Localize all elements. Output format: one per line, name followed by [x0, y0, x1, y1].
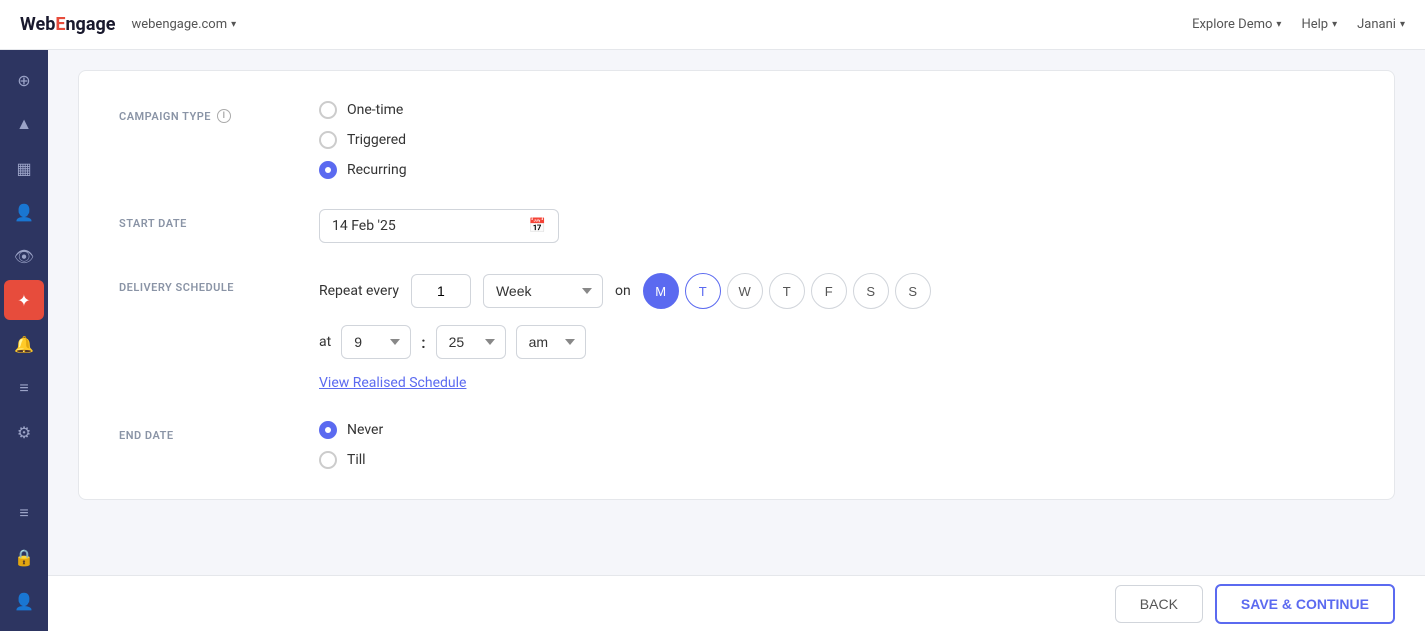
sidebar-item-security[interactable]: 🔒: [4, 537, 44, 577]
sidebar-item-dashboard[interactable]: ⊕: [4, 60, 44, 100]
end-date-content: Never Till: [319, 421, 1354, 469]
never-label: Never: [347, 422, 383, 438]
nav-left: WebEngage webengage.com ▾: [20, 14, 236, 35]
repeat-number-input[interactable]: [411, 274, 471, 308]
repeat-label: Repeat every: [319, 283, 399, 299]
time-row: at 1234 5678 9101112 : 00051015 20253035…: [319, 325, 1354, 359]
day-buttons: M T W T F S S: [643, 273, 931, 309]
help-link[interactable]: Help ▾: [1301, 17, 1337, 32]
end-date-label: END DATE: [119, 421, 319, 442]
campaign-type-recurring[interactable]: Recurring: [319, 161, 1354, 179]
end-date-row: END DATE Never Till: [119, 421, 1354, 469]
sidebar-item-segments[interactable]: ▦: [4, 148, 44, 188]
start-date-value: 14 Feb '25: [332, 218, 396, 234]
never-radio[interactable]: [319, 421, 337, 439]
campaign-type-triggered[interactable]: Triggered: [319, 131, 1354, 149]
day-thursday[interactable]: T: [769, 273, 805, 309]
recurring-label: Recurring: [347, 162, 407, 178]
top-nav: WebEngage webengage.com ▾ Explore Demo ▾…: [0, 0, 1425, 50]
repeat-unit-select[interactable]: Day Week Month: [483, 274, 603, 308]
domain-caret: ▾: [231, 19, 236, 30]
campaign-settings-card: CAMPAIGN TYPE i One-time Triggered Recu: [78, 70, 1395, 500]
one-time-radio[interactable]: [319, 101, 337, 119]
triggered-label: Triggered: [347, 132, 406, 148]
back-button[interactable]: BACK: [1115, 585, 1203, 623]
delivery-row: Repeat every Day Week Month on M T W: [319, 273, 1354, 309]
at-label: at: [319, 334, 331, 350]
start-date-content: 14 Feb '25 📅: [319, 209, 1354, 243]
end-date-till[interactable]: Till: [319, 451, 1354, 469]
save-continue-button[interactable]: SAVE & CONTINUE: [1215, 584, 1395, 624]
start-date-label: START DATE: [119, 209, 319, 230]
sidebar-item-analytics[interactable]: ▲: [4, 104, 44, 144]
end-date-never[interactable]: Never: [319, 421, 1354, 439]
day-saturday[interactable]: S: [853, 273, 889, 309]
sidebar: ⊕ ▲ ▦ 👤 👁 ✦ 🔔 ≡ ⚙ ≡ 🔒 👤: [0, 50, 48, 631]
main-content: CAMPAIGN TYPE i One-time Triggered Recu: [48, 50, 1425, 631]
sidebar-item-settings2[interactable]: 👤: [4, 581, 44, 621]
start-date-picker[interactable]: 14 Feb '25 📅: [319, 209, 559, 243]
campaign-type-label: CAMPAIGN TYPE i: [119, 101, 319, 123]
bottom-bar: BACK SAVE & CONTINUE: [48, 575, 1425, 631]
campaign-type-radio-group: One-time Triggered Recurring: [319, 101, 1354, 179]
view-schedule-link[interactable]: View Realised Schedule: [319, 375, 1354, 391]
hour-select[interactable]: 1234 5678 9101112: [341, 325, 411, 359]
day-tuesday[interactable]: T: [685, 273, 721, 309]
day-sunday[interactable]: S: [895, 273, 931, 309]
sidebar-item-notifications[interactable]: 🔔: [4, 324, 44, 364]
explore-demo-link[interactable]: Explore Demo ▾: [1192, 17, 1281, 32]
till-label: Till: [347, 452, 366, 468]
on-label: on: [615, 283, 631, 299]
campaign-type-one-time[interactable]: One-time: [319, 101, 1354, 119]
sidebar-item-settings1[interactable]: ≡: [4, 493, 44, 533]
day-wednesday[interactable]: W: [727, 273, 763, 309]
sidebar-item-preview[interactable]: 👁: [4, 236, 44, 276]
sidebar-item-integrations[interactable]: ⚙: [4, 412, 44, 452]
nav-right: Explore Demo ▾ Help ▾ Janani ▾: [1192, 17, 1405, 32]
minute-select[interactable]: 00051015 20253035 40455055: [436, 325, 506, 359]
user-menu[interactable]: Janani ▾: [1357, 17, 1405, 32]
sidebar-item-campaigns[interactable]: ✦: [4, 280, 44, 320]
time-colon: :: [421, 333, 425, 352]
delivery-schedule-content: Repeat every Day Week Month on M T W: [319, 273, 1354, 391]
till-radio[interactable]: [319, 451, 337, 469]
delivery-schedule-label: DELIVERY SCHEDULE: [119, 273, 319, 294]
logo: WebEngage: [20, 14, 115, 35]
campaign-type-row: CAMPAIGN TYPE i One-time Triggered Recu: [119, 101, 1354, 179]
campaign-type-options: One-time Triggered Recurring: [319, 101, 1354, 179]
end-date-group: Never Till: [319, 421, 1354, 469]
start-date-row: START DATE 14 Feb '25 📅: [119, 209, 1354, 243]
delivery-schedule-row: DELIVERY SCHEDULE Repeat every Day Week …: [119, 273, 1354, 391]
domain-text: webengage.com: [131, 17, 227, 32]
campaign-type-info-icon[interactable]: i: [217, 109, 231, 123]
domain-selector[interactable]: webengage.com ▾: [131, 17, 236, 32]
sidebar-item-reports[interactable]: ≡: [4, 368, 44, 408]
calendar-icon: 📅: [529, 218, 546, 234]
recurring-radio[interactable]: [319, 161, 337, 179]
one-time-label: One-time: [347, 102, 403, 118]
sidebar-item-users[interactable]: 👤: [4, 192, 44, 232]
triggered-radio[interactable]: [319, 131, 337, 149]
day-friday[interactable]: F: [811, 273, 847, 309]
ampm-select[interactable]: am pm: [516, 325, 586, 359]
day-monday[interactable]: M: [643, 273, 679, 309]
